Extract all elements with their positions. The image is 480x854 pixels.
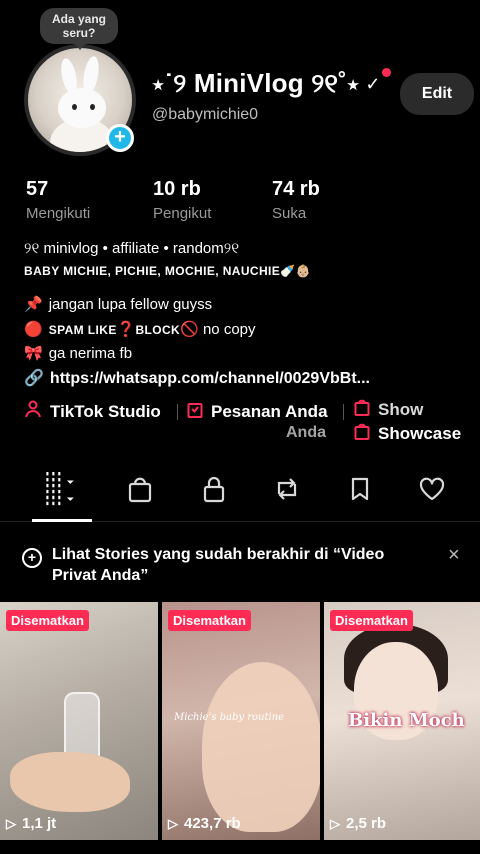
order-bag-icon [187, 400, 203, 423]
tab-reposts[interactable] [270, 472, 304, 506]
tab-saved[interactable] [343, 472, 377, 506]
red-circle-icon: 🔴 [24, 321, 43, 338]
display-name: ⋆˙୨ MiniVlog ୨୧˚⋆ [152, 68, 360, 98]
tab-liked[interactable] [415, 472, 449, 506]
view-count: ▷ 2,5 rb [330, 815, 387, 832]
stat-likes[interactable]: 74 rb Suka [272, 178, 320, 222]
orders-link[interactable]: Pesanan Anda [187, 400, 328, 423]
bio-line-2: BABY MICHIE, PICHIE, MOCHIE, NAUCHIE🍼👶🏼 [24, 264, 311, 278]
add-story-plus-icon[interactable]: + [106, 124, 134, 152]
status-bubble[interactable]: Ada yang seru? [40, 8, 118, 50]
person-icon [24, 400, 42, 423]
ribbon-icon: 🎀 [24, 345, 43, 362]
bio-line-3: 📌 jangan lupa fellow guyss [24, 296, 213, 313]
video-thumbnail[interactable]: Disematkan ▷ 1,1 jt [0, 602, 158, 840]
question-icon: ❓ [116, 321, 136, 338]
prohibited-icon: 🚫 [180, 321, 199, 338]
view-count: ▷ 1,1 jt [6, 815, 57, 832]
tiktok-studio-link[interactable]: TikTok Studio [24, 400, 161, 423]
bio-line-5: 🎀 ga nerima fb [24, 345, 133, 362]
play-icon: ▷ [6, 815, 16, 831]
showcase-link-ghost[interactable]: Show [354, 398, 423, 421]
active-tab-indicator [32, 519, 92, 522]
video-thumbnail[interactable]: Michie's baby routine Disematkan ▷ 423,7 … [162, 602, 320, 840]
showcase-link[interactable]: Showcase [354, 422, 461, 445]
pinned-badge: Disematkan [6, 610, 89, 631]
edit-profile-button[interactable]: Edit [400, 73, 474, 115]
chevron-down-icon[interactable]: ✓ [365, 67, 391, 95]
stat-followers[interactable]: 10 rb Pengikut [153, 178, 211, 222]
pin-icon: 📌 [24, 296, 43, 313]
showcase-bag-icon [354, 398, 370, 421]
pinned-badge: Disematkan [330, 610, 413, 631]
link-icon: 🔗 [24, 370, 44, 387]
play-icon: ▷ [168, 815, 178, 831]
tab-videos-grid[interactable] [44, 472, 78, 506]
bio-link[interactable]: 🔗 https://whatsapp.com/channel/0029VbBt..… [24, 368, 370, 388]
stat-following[interactable]: 57 Mengikuti [26, 178, 90, 222]
display-name-row: ⋆˙୨ MiniVlog ୨୧˚⋆ ✓ [152, 67, 391, 100]
bio-line-4: 🔴 SPAM LIKE❓BLOCK🚫 no copy [24, 321, 256, 338]
video-grid: Disematkan ▷ 1,1 jt Michie's baby routine… [0, 602, 480, 854]
add-circle-icon: + [22, 548, 42, 568]
tab-private[interactable] [197, 472, 231, 506]
video-thumbnail[interactable]: Bikin Moch Disematkan ▷ 2,5 rb [324, 602, 480, 840]
bio-line-1: ୨୧ minivlog • affiliate • random୨୧ [24, 240, 240, 257]
close-icon[interactable]: × [448, 544, 460, 567]
play-icon: ▷ [330, 815, 340, 831]
showcase-bag-icon [354, 422, 370, 445]
stories-banner-text: Lihat Stories yang sudah berakhir di “Vi… [52, 546, 385, 584]
video-caption: Michie's baby routine [174, 712, 285, 723]
profile-avatar[interactable]: + [24, 44, 136, 156]
stories-banner[interactable]: + Lihat Stories yang sudah berakhir di “… [0, 528, 480, 594]
username-handle: @babymichie0 [152, 106, 259, 123]
profile-tabs [0, 458, 480, 522]
tab-shop[interactable] [123, 472, 157, 506]
video-caption: Bikin Moch [348, 710, 465, 731]
pinned-badge: Disematkan [168, 610, 251, 631]
notification-dot [381, 67, 391, 77]
view-count: ▷ 423,7 rb [168, 815, 241, 832]
orders-link-ghost: Anda [286, 424, 326, 441]
